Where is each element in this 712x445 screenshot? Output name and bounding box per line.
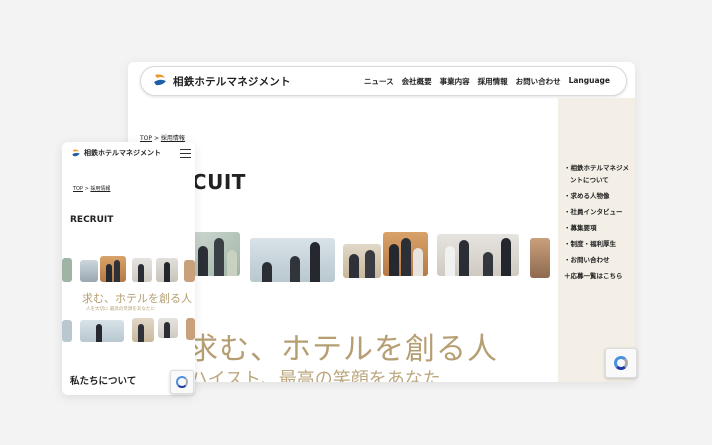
staff-photo xyxy=(62,320,72,342)
staff-photo xyxy=(156,258,178,282)
recaptcha-badge[interactable] xyxy=(170,370,194,394)
staff-photo xyxy=(250,238,335,282)
side-item-persona[interactable]: ・求める人物像 xyxy=(564,190,634,202)
mobile-preview: 相鉄ホテルマネジメント TOP > 採用情報 RECRUIT 求む、ホテルを創る… xyxy=(62,142,195,395)
breadcrumb-sep: > xyxy=(153,135,159,142)
nav-contact[interactable]: お問い合わせ xyxy=(516,76,561,87)
breadcrumb-sep: > xyxy=(84,186,89,192)
breadcrumb: TOP > 採用情報 xyxy=(73,185,110,192)
catch-copy: 求む、ホテルを創る人 xyxy=(82,292,192,305)
staff-photo xyxy=(186,318,195,340)
side-item-benefits[interactable]: ・制度・福利厚生 xyxy=(564,238,634,250)
nav-recruit[interactable]: 採用情報 xyxy=(478,76,508,87)
logo-icon xyxy=(72,149,80,157)
logo-icon xyxy=(154,74,166,86)
breadcrumb-current: 採用情報 xyxy=(160,135,185,142)
photo-strip xyxy=(190,232,550,282)
side-item-about[interactable]: ・相鉄ホテルマネジメ xyxy=(564,162,634,174)
recaptcha-icon xyxy=(614,356,628,370)
staff-photo xyxy=(383,232,428,276)
catch-subcopy: 人を大切に 最高の笑顔をあなたに xyxy=(86,307,155,312)
recaptcha-icon xyxy=(176,376,188,388)
brand-name[interactable]: 相鉄ホテルマネジメント xyxy=(84,148,161,158)
breadcrumb-home[interactable]: TOP xyxy=(140,135,152,142)
staff-photo xyxy=(158,318,178,338)
breadcrumb: TOP > 採用情報 xyxy=(140,133,185,142)
nav-business[interactable]: 事業内容 xyxy=(440,76,470,87)
staff-photo xyxy=(190,232,240,276)
nav-news[interactable]: ニュース xyxy=(364,76,394,87)
nav-language[interactable]: Language xyxy=(569,76,610,87)
staff-photo xyxy=(62,258,72,282)
recaptcha-badge[interactable] xyxy=(605,348,637,378)
staff-photo xyxy=(132,258,152,282)
staff-photo xyxy=(80,260,98,282)
breadcrumb-current: 採用情報 xyxy=(90,186,111,192)
desktop-preview: 相鉄ホテルマネジメント ニュース 会社概要 事業内容 採用情報 お問い合わせ L… xyxy=(128,62,635,382)
page-title: RECRUIT xyxy=(70,215,114,225)
side-item-about-2[interactable]: ントについて xyxy=(564,174,634,186)
staff-photo xyxy=(132,318,154,342)
side-item-interview[interactable]: ・社員インタビュー xyxy=(564,206,634,218)
hamburger-menu-icon[interactable] xyxy=(180,149,191,158)
section-heading-about: 私たちについて xyxy=(70,376,137,387)
catch-copy: 求む、ホテルを創る人 xyxy=(188,332,498,367)
catch-subcopy: ハイスト、最高の笑顔をあなた xyxy=(190,369,441,382)
side-item-apply[interactable]: ＋応募一覧はこちら xyxy=(564,270,634,282)
staff-photo xyxy=(530,238,550,278)
staff-photo xyxy=(184,260,195,282)
staff-photo xyxy=(100,256,126,282)
breadcrumb-home[interactable]: TOP xyxy=(73,186,83,192)
side-menu: ・相鉄ホテルマネジメ ントについて ・求める人物像 ・社員インタビュー ・募集要… xyxy=(558,98,635,382)
desktop-nav: ニュース 会社概要 事業内容 採用情報 お問い合わせ Language xyxy=(364,76,610,87)
side-item-contact[interactable]: ・お問い合わせ xyxy=(564,254,634,266)
staff-photo xyxy=(343,244,381,278)
desktop-header: 相鉄ホテルマネジメント ニュース 会社概要 事業内容 採用情報 お問い合わせ L… xyxy=(140,66,627,96)
brand-name[interactable]: 相鉄ホテルマネジメント xyxy=(173,74,291,89)
side-item-requirements[interactable]: ・募集要項 xyxy=(564,222,634,234)
staff-photo xyxy=(437,234,519,276)
staff-photo xyxy=(80,320,124,342)
nav-company[interactable]: 会社概要 xyxy=(402,76,432,87)
